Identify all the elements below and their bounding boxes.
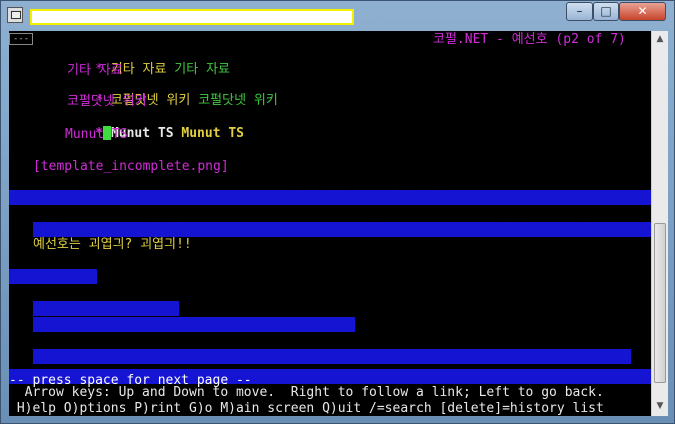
list-subtext: 기타 자료 [67, 63, 123, 78]
putty-icon[interactable] [7, 7, 23, 23]
title-bar[interactable]: – □ ✕ [1, 1, 674, 29]
highlighted-text: 여기 (세부적으로) 편집하고 있는 부분입니다. 그리고 여기에 (새로운 내… [33, 222, 651, 237]
list-subtext: Munut TS [65, 127, 128, 142]
highlighted-text: 이 부분은 (편집하기 전에 따라서) 간단히 설명하고 편집을 완료하지 않았… [9, 190, 651, 205]
highlighted-text: 예선호는 괴엽긔!! [33, 301, 179, 316]
close-button[interactable]: ✕ [619, 2, 666, 21]
scroll-up-icon[interactable]: ▲ [652, 31, 668, 48]
help-line-2: H)elp O)ptions P)rint G)o M)ain screen Q… [9, 401, 604, 416]
highlighted-text: 몇 가지 이유가 있지만 자신의 괴엽함과 개성을 숨기지 않고 있습니다. [33, 349, 631, 364]
maximize-button[interactable]: □ [593, 2, 619, 21]
status-bar: -- press space for next page -- [9, 369, 651, 388]
image-placeholder: [template_incomplete.png] [33, 159, 229, 174]
highlighted-text: 예선호는 귀엽고 사랑스러운 동물(?)입니다. [33, 317, 355, 332]
minimize-button[interactable]: – [566, 2, 593, 21]
page-indicator-box: --- [9, 33, 33, 45]
section-heading: 예선호 소개 [9, 269, 97, 284]
terminal-window: – □ ✕ --- 코펄.NET - 예선호 (p2 of 7) * 기타 자료… [0, 0, 675, 424]
terminal-screen[interactable]: --- 코펄.NET - 예선호 (p2 of 7) * 기타 자료 기타 자료… [9, 31, 651, 416]
window-title-redacted [30, 9, 354, 25]
help-line-1: Arrow keys: Up and Down to move. Right t… [9, 385, 604, 400]
scroll-down-icon[interactable]: ▼ [652, 398, 668, 415]
list-subtext: 코펄닷넷 위키 [67, 94, 147, 109]
scrollbar-thumb[interactable] [654, 223, 666, 383]
page-title: 코펄.NET - 예선호 (p2 of 7) [433, 32, 626, 47]
vertical-scrollbar[interactable]: ▲ ▼ [651, 31, 668, 416]
paragraph-text: 예선호는 괴엽긔? 괴엽긔!! [33, 237, 192, 252]
